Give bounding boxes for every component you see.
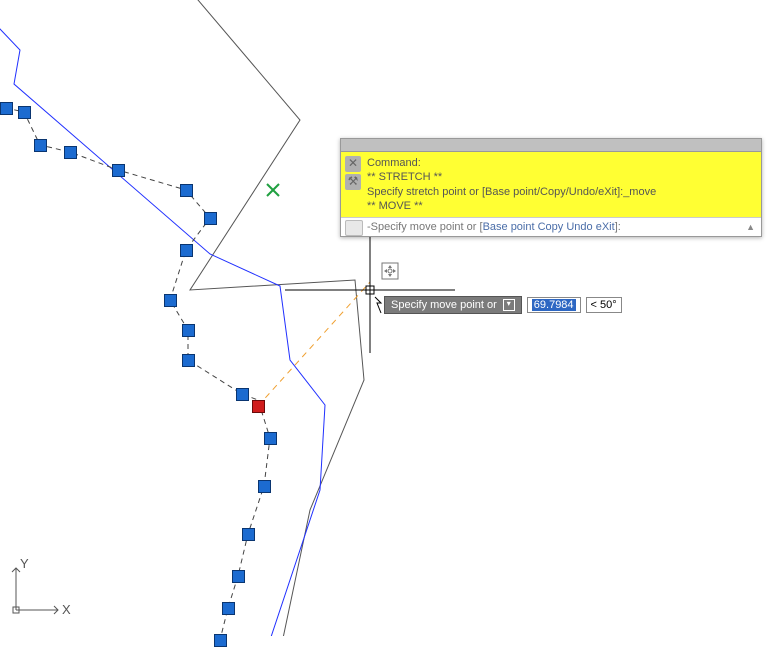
rubber-band <box>258 282 370 406</box>
command-panel[interactable]: ✕ ⚒ Command: ** STRETCH ** Specify stret… <box>340 138 762 237</box>
grip[interactable] <box>182 324 195 337</box>
drawing-canvas[interactable] <box>0 0 768 636</box>
grip[interactable] <box>34 139 47 152</box>
drawing-svg <box>0 0 768 636</box>
dynamic-distance-input[interactable]: 69.7984 <box>527 297 581 313</box>
grip[interactable] <box>164 294 177 307</box>
grip[interactable] <box>204 212 217 225</box>
command-history-line-2: ** STRETCH ** <box>367 170 755 184</box>
command-history-line-1: Command: <box>367 156 755 170</box>
command-option-copy[interactable]: Copy <box>538 221 564 233</box>
snap-marker <box>267 184 279 196</box>
command-panel-settings-icon[interactable]: ⚒ <box>345 174 361 190</box>
grip[interactable] <box>232 570 245 583</box>
command-line-prefix: -Specify move point or [ <box>367 221 483 233</box>
polyline-blue <box>0 8 325 636</box>
command-history-line-3: Specify stretch point or [Base point/Cop… <box>367 185 755 199</box>
grip[interactable] <box>258 480 271 493</box>
grip[interactable] <box>242 528 255 541</box>
command-line-suffix: ]: <box>615 221 621 233</box>
polyline-gray <box>0 0 364 636</box>
grip[interactable] <box>182 354 195 367</box>
grip[interactable] <box>236 388 249 401</box>
command-option-exit[interactable]: eXit <box>596 221 615 233</box>
command-line[interactable]: -Specify move point or [Base point Copy … <box>341 217 761 236</box>
dynamic-prompt-text: Specify move point or <box>391 299 497 311</box>
dynamic-distance-value: 69.7984 <box>532 299 576 311</box>
dynamic-options-arrow-icon[interactable]: ▾ <box>503 299 515 311</box>
grip[interactable] <box>0 102 13 115</box>
command-option-base[interactable]: Base point <box>483 221 535 233</box>
command-panel-drag-handle[interactable] <box>341 139 761 152</box>
command-line-expand-icon[interactable]: ▲ <box>746 222 755 232</box>
ucs-x-label: X <box>62 602 71 617</box>
grip[interactable] <box>180 184 193 197</box>
command-history: ✕ ⚒ Command: ** STRETCH ** Specify stret… <box>341 152 761 217</box>
close-command-panel-icon[interactable]: ✕ <box>345 156 361 172</box>
dynamic-input: Specify move point or ▾ 69.7984 < 50° <box>384 296 622 314</box>
grip[interactable] <box>112 164 125 177</box>
command-line-icon <box>345 220 363 236</box>
command-option-undo[interactable]: Undo <box>566 221 592 233</box>
grip[interactable] <box>222 602 235 615</box>
grip[interactable] <box>18 106 31 119</box>
grip[interactable] <box>264 432 277 445</box>
ucs-y-label: Y <box>20 556 29 571</box>
grip[interactable] <box>64 146 77 159</box>
dynamic-angle-input[interactable]: < 50° <box>586 297 622 313</box>
dynamic-prompt: Specify move point or ▾ <box>384 296 522 314</box>
ucs-icon: X Y <box>10 556 70 616</box>
grip-hot[interactable] <box>252 400 265 413</box>
grip[interactable] <box>180 244 193 257</box>
command-history-line-4: ** MOVE ** <box>367 199 755 213</box>
